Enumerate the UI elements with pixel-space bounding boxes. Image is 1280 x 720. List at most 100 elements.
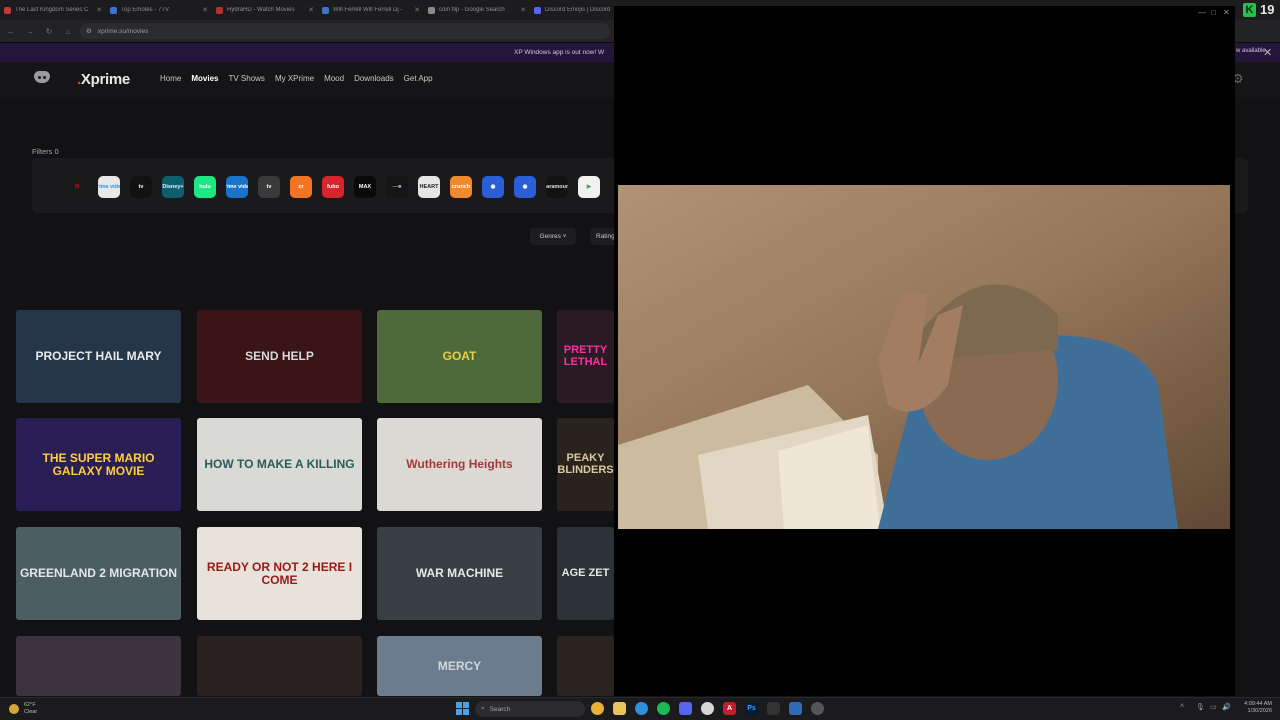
tab-title: The Last Kingdom Series C [15, 7, 89, 13]
webcam-image [618, 185, 1230, 529]
reload-icon[interactable]: ↻ [44, 27, 54, 36]
movie-poster[interactable]: THE SUPER MARIO GALAXY MOVIE [16, 418, 181, 511]
provider-icon[interactable]: tv [130, 176, 152, 198]
provider-icon[interactable]: crunch [450, 176, 472, 198]
genres-label: Genres [539, 233, 561, 240]
provider-icon[interactable]: Disney+ [162, 176, 184, 198]
browser-tab[interactable]: Top Emotes - 7TV ✕ [106, 0, 212, 20]
movie-poster[interactable]: PEAKY BLINDERS [557, 418, 614, 511]
discord-icon[interactable] [34, 71, 50, 83]
provider-icon[interactable]: ◉ [514, 176, 536, 198]
provider-icon[interactable]: hulu [194, 176, 216, 198]
terminal-icon[interactable] [767, 702, 780, 715]
browser-tab[interactable]: coin flip - Google Search ✕ [424, 0, 530, 20]
url-text: xprime.su/movies [97, 27, 149, 35]
nav-downloads[interactable]: Downloads [354, 74, 394, 83]
webcam-overlay-window[interactable]: — □ ✕ [614, 6, 1235, 696]
provider-icon[interactable]: MAX [354, 176, 376, 198]
spotify-icon[interactable] [657, 702, 670, 715]
clock-date: 1/30/2026 [1247, 708, 1272, 715]
movie-poster[interactable]: WAR MACHINE [377, 527, 542, 620]
settings-taskbar-icon[interactable] [811, 702, 824, 715]
movie-poster[interactable]: PRETTY LETHAL [557, 310, 614, 403]
movie-poster[interactable]: MERCY [377, 636, 542, 696]
webcam-feed [618, 185, 1230, 529]
movie-poster[interactable]: READY OR NOT 2 HERE I COME [197, 527, 362, 620]
provider-icon[interactable]: prime video [226, 176, 248, 198]
home-icon[interactable]: ⌂ [63, 27, 73, 36]
nav-get-app[interactable]: Get App [404, 74, 433, 83]
movie-poster[interactable]: GREENLAND 2 MIGRATION [16, 527, 181, 620]
movie-poster[interactable]: SEND HELP [197, 310, 362, 403]
back-icon[interactable]: ← [6, 27, 16, 36]
browser-tab[interactable]: Will Ferrell Will Ferrell Dj - ✕ [318, 0, 424, 20]
filters-label[interactable]: Filters 0 [32, 147, 59, 156]
weather-condition: Clear [24, 709, 38, 716]
network-icon[interactable]: ▭ [1210, 703, 1217, 711]
tab-title: coin flip - Google Search [439, 7, 505, 13]
browser-tab[interactable]: HydraHD - Watch Movies ✕ [212, 0, 318, 20]
volume-icon[interactable]: 🔊 [1222, 703, 1231, 711]
brand-name: Xprime [80, 71, 130, 88]
movie-poster[interactable] [557, 636, 614, 696]
movie-poster[interactable]: AGE ZET [557, 527, 614, 620]
movie-poster[interactable]: HOW TO MAKE A KILLING [197, 418, 362, 511]
system-clock[interactable]: 4:09:44 AM 1/30/2026 [1234, 701, 1272, 716]
chevron-up-icon[interactable]: ˄ [1180, 703, 1184, 710]
edge-icon[interactable] [635, 702, 648, 715]
close-tab-icon[interactable]: ✕ [96, 6, 102, 14]
provider-icon[interactable]: cr [290, 176, 312, 198]
provider-icon[interactable]: prime video [98, 176, 120, 198]
maximize-icon[interactable]: □ [1211, 8, 1216, 17]
movie-poster[interactable]: Wuthering Heights [377, 418, 542, 511]
banner-message[interactable]: XP Windows app is out now! W [514, 49, 604, 56]
discord-taskbar-icon[interactable] [679, 702, 692, 715]
weather-widget[interactable]: 62°F Clear [9, 702, 37, 716]
windows-start-icon[interactable] [456, 702, 469, 715]
minimize-icon[interactable]: — [1198, 8, 1206, 17]
provider-icon[interactable]: fubo [322, 176, 344, 198]
close-tab-icon[interactable]: ✕ [202, 6, 208, 14]
provider-icon[interactable]: paramount [546, 176, 568, 198]
movie-poster[interactable]: GOAT [377, 310, 542, 403]
close-window-icon[interactable]: ✕ [1223, 8, 1230, 17]
genres-dropdown[interactable]: Genres ˅ [530, 228, 576, 245]
nav-movies[interactable]: Movies [191, 74, 218, 83]
site-logo[interactable]: .Xprime [77, 71, 130, 88]
address-bar[interactable]: ⚙ xprime.su/movies [80, 23, 610, 39]
movie-poster[interactable] [197, 636, 362, 696]
nav-home[interactable]: Home [160, 74, 181, 83]
forward-icon[interactable]: → [25, 27, 35, 36]
movie-poster[interactable] [16, 636, 181, 696]
weather-temp: 62°F [24, 702, 36, 708]
file-explorer-icon[interactable] [613, 702, 626, 715]
site-info-icon[interactable]: ⚙ [86, 27, 92, 35]
chrome-icon[interactable] [591, 702, 604, 715]
close-tab-icon[interactable]: ✕ [414, 6, 420, 14]
microphone-icon[interactable]: 🎙 [1196, 703, 1205, 711]
search-icon: ⌕ [481, 705, 485, 712]
snipping-tool-icon[interactable] [789, 702, 802, 715]
taskbar-search[interactable]: ⌕ Search [475, 701, 585, 717]
provider-icon[interactable]: —■ [386, 176, 408, 198]
close-tab-icon[interactable]: ✕ [308, 6, 314, 14]
viewer-count: 19 [1260, 2, 1275, 17]
photoshop-icon[interactable]: Ps [745, 702, 758, 715]
provider-icon[interactable]: tv [258, 176, 280, 198]
obs-icon[interactable] [701, 702, 714, 715]
movie-poster[interactable]: PROJECT HAIL MARY [16, 310, 181, 403]
provider-icon[interactable]: ▶ [578, 176, 600, 198]
adobe-icon[interactable]: A [723, 702, 736, 715]
provider-icon[interactable]: HEART [418, 176, 440, 198]
browser-tab[interactable]: The Last Kingdom Series C ✕ [0, 0, 106, 20]
provider-icon[interactable]: ◉ [482, 176, 504, 198]
screen: The Last Kingdom Series C ✕ Top Emotes - … [0, 0, 1280, 720]
nav-tv-shows[interactable]: TV Shows [228, 74, 264, 83]
nav-my-xprime[interactable]: My XPrime [275, 74, 314, 83]
nav-mood[interactable]: Mood [324, 74, 344, 83]
close-tab-icon[interactable]: ✕ [520, 6, 526, 14]
banner-close-icon[interactable]: ✕ [1263, 46, 1272, 59]
rating-label: Rating [596, 233, 615, 240]
provider-icon[interactable]: N [66, 176, 88, 198]
moon-weather-icon [9, 704, 19, 715]
